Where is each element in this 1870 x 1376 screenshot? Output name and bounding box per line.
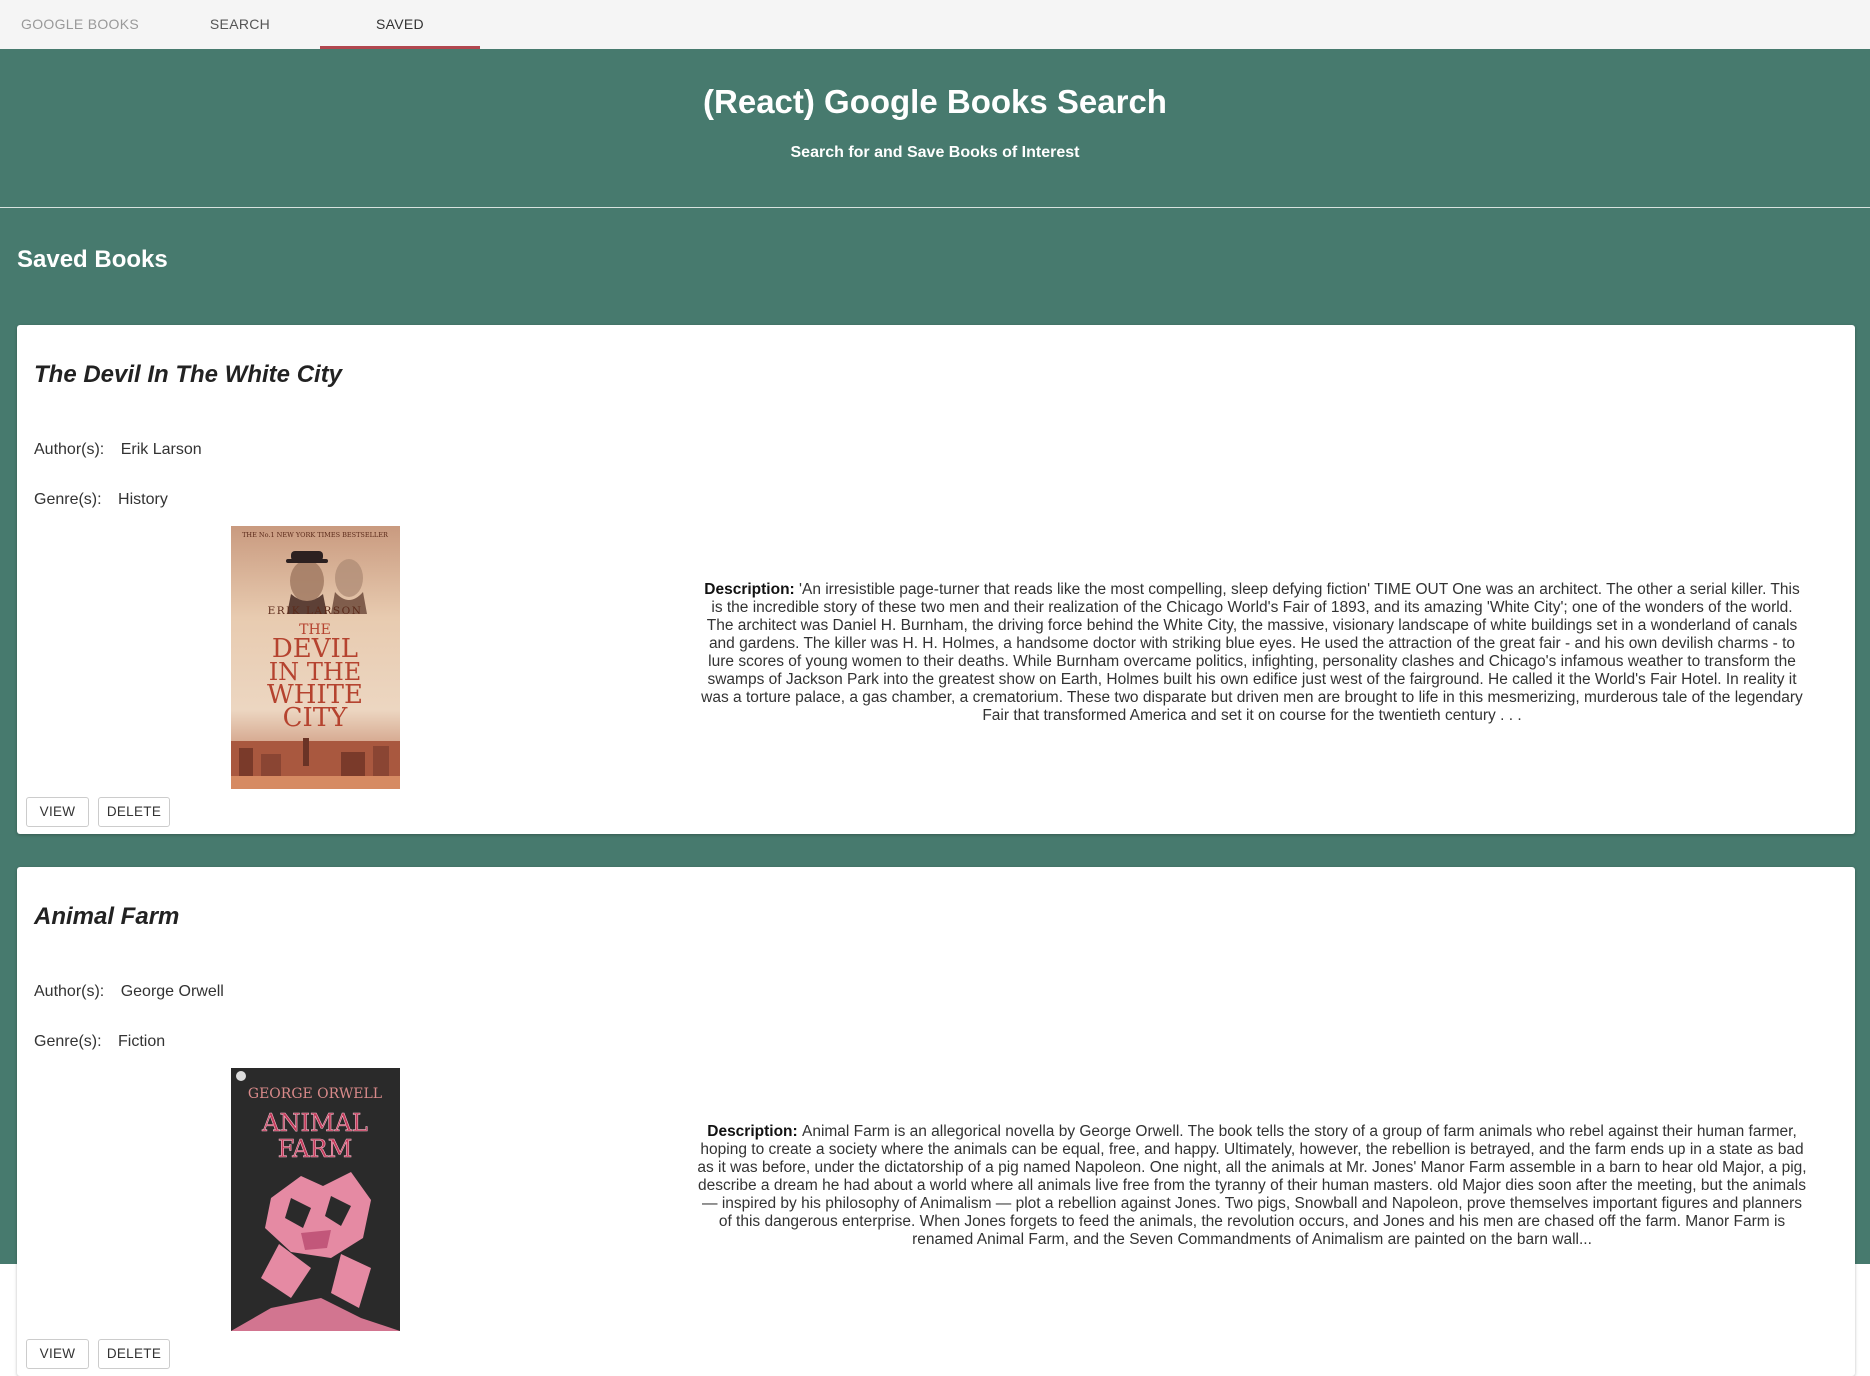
book-genre: Fiction bbox=[118, 1033, 166, 1050]
page-subtitle: Search for and Save Books of Interest bbox=[790, 144, 1080, 161]
book-card: The Devil In The White City Author(s): E… bbox=[17, 325, 1855, 834]
cover-title-line: FARM bbox=[278, 1135, 353, 1163]
cover-author: GEORGE ORWELL bbox=[248, 1086, 382, 1102]
view-button[interactable]: VIEW bbox=[26, 797, 89, 827]
book-title: Animal Farm bbox=[34, 903, 180, 930]
view-button[interactable]: VIEW bbox=[26, 1339, 89, 1369]
description-text: 'An irresistible page-turner that reads … bbox=[701, 581, 1803, 724]
description-label: Description: bbox=[707, 1123, 802, 1140]
cover-title-line: CITY bbox=[283, 703, 349, 733]
saved-books-section: Saved Books The Devil In The White City … bbox=[0, 208, 1870, 1376]
book-genre: History bbox=[118, 491, 168, 508]
genre-label: Genre(s): bbox=[34, 491, 102, 508]
description-label: Description: bbox=[704, 581, 800, 598]
book-author-row: Author(s): Erik Larson bbox=[34, 441, 202, 459]
top-nav: GOOGLE BOOKS SEARCH SAVED bbox=[0, 0, 1870, 50]
description-text: Animal Farm is an allegorical novella by… bbox=[697, 1123, 1807, 1248]
book-author: Erik Larson bbox=[120, 441, 202, 458]
book-title: The Devil In The White City bbox=[34, 361, 343, 388]
book-author-row: Author(s): George Orwell bbox=[34, 983, 224, 1001]
cover-title-line: ANIMAL bbox=[261, 1109, 368, 1137]
genre-label: Genre(s): bbox=[34, 1033, 102, 1050]
tab-google-books[interactable]: GOOGLE BOOKS bbox=[0, 0, 160, 49]
book-author: George Orwell bbox=[120, 983, 224, 1000]
delete-button[interactable]: DELETE bbox=[98, 797, 170, 827]
author-label: Author(s): bbox=[34, 441, 105, 458]
author-label: Author(s): bbox=[34, 983, 105, 1000]
tab-search[interactable]: SEARCH bbox=[160, 0, 320, 49]
book-genre-row: Genre(s): History bbox=[34, 491, 168, 509]
page-title: (React) Google Books Search bbox=[703, 83, 1167, 120]
book-description: Description: 'An irresistible page-turne… bbox=[697, 581, 1807, 725]
book-description: Description: Animal Farm is an allegoric… bbox=[697, 1123, 1807, 1249]
jumbotron: (React) Google Books Search Search for a… bbox=[0, 49, 1870, 208]
book-card: Animal Farm Author(s): George Orwell Gen… bbox=[17, 867, 1855, 1376]
section-title: Saved Books bbox=[17, 246, 168, 273]
tab-saved[interactable]: SAVED bbox=[320, 0, 480, 49]
book-cover-image: THE No.1 NEW YORK TIMES BESTSELLER ERIK … bbox=[231, 526, 400, 789]
cover-author: ERIK LARSON bbox=[268, 605, 363, 617]
delete-button[interactable]: DELETE bbox=[98, 1339, 170, 1369]
book-cover-image: GEORGE ORWELL ANIMAL FARM bbox=[231, 1068, 400, 1331]
book-genre-row: Genre(s): Fiction bbox=[34, 1033, 165, 1051]
cover-banner: THE No.1 NEW YORK TIMES BESTSELLER bbox=[242, 531, 389, 539]
